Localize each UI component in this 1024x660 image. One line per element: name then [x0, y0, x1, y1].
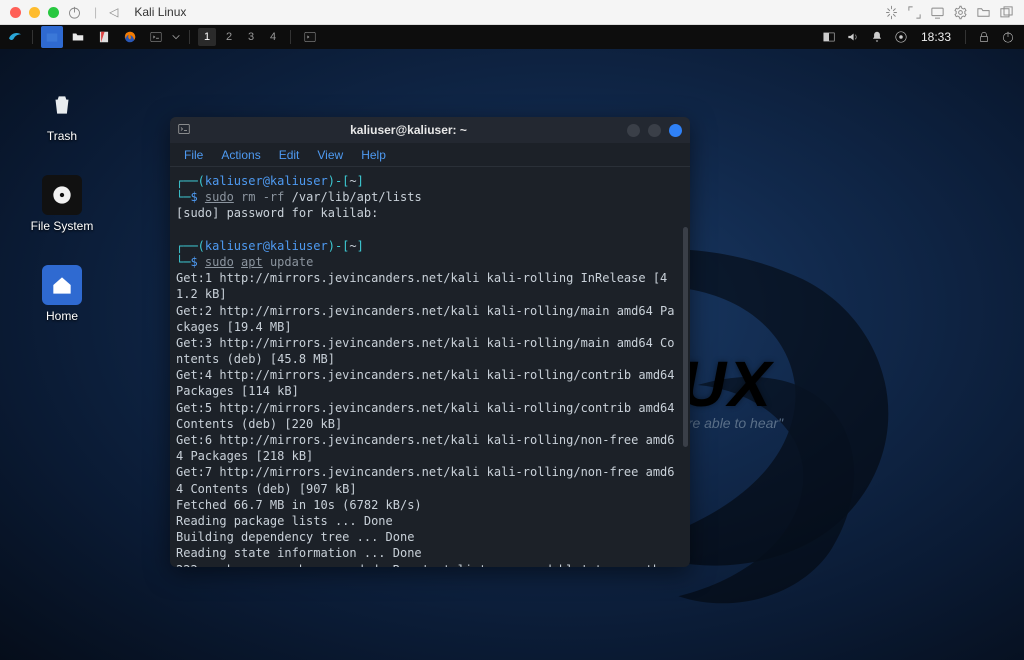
- power-icon[interactable]: [67, 5, 82, 20]
- host-title: Kali Linux: [134, 5, 186, 19]
- windows-icon[interactable]: [999, 5, 1014, 20]
- host-close-button[interactable]: [10, 7, 21, 18]
- display-icon[interactable]: [930, 5, 945, 20]
- terminal-minimize-button[interactable]: [627, 124, 640, 137]
- tray-workspace-icon[interactable]: [819, 30, 839, 44]
- terminal-menubar: File Actions Edit View Help: [170, 143, 690, 167]
- desktop-icon-filesystem[interactable]: File System: [22, 175, 102, 233]
- workspace-2[interactable]: 2: [220, 28, 238, 46]
- folder-icon[interactable]: [976, 5, 991, 20]
- menu-edit[interactable]: Edit: [279, 148, 300, 162]
- sudo-password-prompt: [sudo] password for kalilab:: [176, 205, 680, 221]
- separator: |: [94, 5, 97, 19]
- terminal-scrollbar-thumb[interactable]: [683, 227, 688, 447]
- terminal-close-button[interactable]: [669, 124, 682, 137]
- terminal-window[interactable]: kaliuser@kaliuser: ~ File Actions Edit V…: [170, 117, 690, 567]
- terminal-output[interactable]: ┌──(kaliuser@kaliuser)-[~] └─$ sudo rm -…: [170, 167, 690, 567]
- terminal-maximize-button[interactable]: [648, 124, 661, 137]
- wallpaper-linux-text: UX: [680, 347, 773, 421]
- workspace-3[interactable]: 3: [242, 28, 260, 46]
- desktop-icon-label: Home: [46, 309, 78, 323]
- launcher-firefox[interactable]: [119, 26, 141, 48]
- desktop-icon-home[interactable]: Home: [22, 265, 102, 323]
- terminal-title: kaliuser@kaliuser: ~: [198, 123, 619, 137]
- workspace-4[interactable]: 4: [264, 28, 282, 46]
- lock-icon[interactable]: [974, 30, 994, 44]
- launcher-terminal[interactable]: [145, 26, 167, 48]
- host-minimize-button[interactable]: [29, 7, 40, 18]
- power-menu-icon[interactable]: [891, 30, 911, 44]
- terminal-titlebar[interactable]: kaliuser@kaliuser: ~: [170, 117, 690, 143]
- menu-view[interactable]: View: [317, 148, 343, 162]
- kali-menu-button[interactable]: [6, 28, 24, 46]
- apt-output-lines: Get:1 http://mirrors.jevincanders.net/ka…: [176, 270, 680, 567]
- launcher-folder[interactable]: [67, 26, 89, 48]
- notification-bell-icon[interactable]: [867, 30, 887, 44]
- spinner-icon: [884, 5, 899, 20]
- desktop-icon-trash[interactable]: Trash: [22, 85, 102, 143]
- desktop-icon-label: Trash: [47, 129, 77, 143]
- desktop-icon-label: File System: [31, 219, 94, 233]
- taskbar-terminal-button[interactable]: [299, 26, 321, 48]
- gear-icon[interactable]: [953, 5, 968, 20]
- menu-file[interactable]: File: [184, 148, 203, 162]
- host-zoom-button[interactable]: [48, 7, 59, 18]
- xfce-panel: 1 2 3 4 18:33: [0, 25, 1024, 49]
- session-power-icon[interactable]: [998, 30, 1018, 44]
- panel-clock[interactable]: 18:33: [921, 30, 951, 44]
- launcher-text-editor[interactable]: [93, 26, 115, 48]
- kali-desktop[interactable]: UX are able to hear" 1 2 3 4 18:33 Trash: [0, 25, 1024, 660]
- launcher-dropdown-icon[interactable]: [171, 26, 181, 48]
- host-titlebar: | ◁ Kali Linux: [0, 0, 1024, 25]
- menu-actions[interactable]: Actions: [221, 148, 260, 162]
- workspace-1[interactable]: 1: [198, 28, 216, 46]
- back-icon[interactable]: ◁: [109, 5, 118, 19]
- volume-icon[interactable]: [843, 30, 863, 44]
- wallpaper-quote: are able to hear": [680, 415, 783, 431]
- expand-icon[interactable]: [907, 5, 922, 20]
- launcher-files[interactable]: [41, 26, 63, 48]
- menu-help[interactable]: Help: [361, 148, 386, 162]
- terminal-app-icon: [178, 123, 190, 138]
